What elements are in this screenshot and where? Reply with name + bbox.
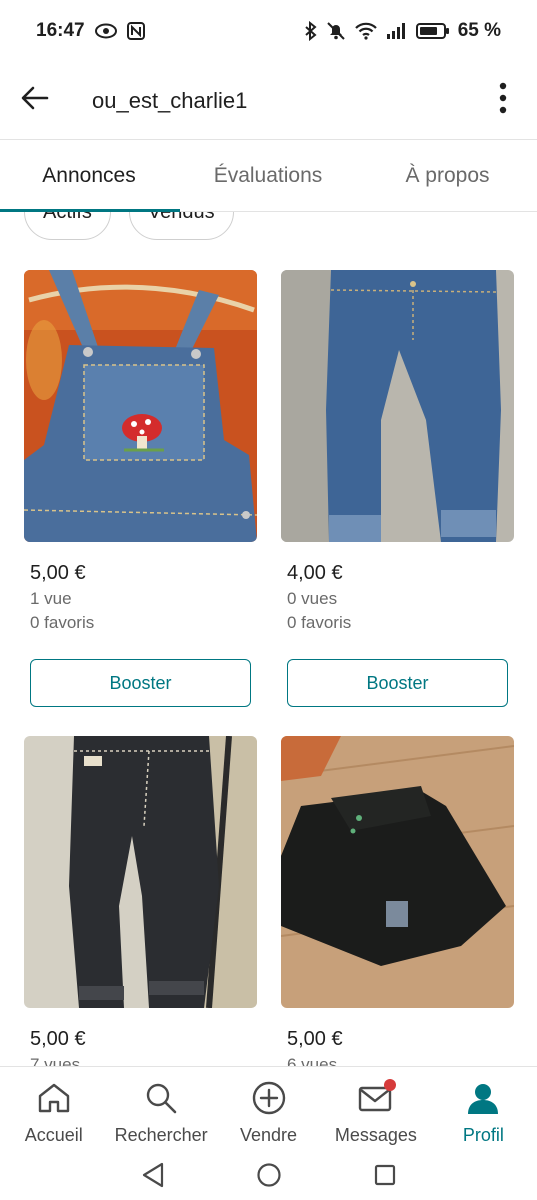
nav-profil[interactable]: Profil (430, 1067, 537, 1154)
status-bar: 16:47 65 % (0, 0, 537, 62)
listing-views: 0 vues (287, 589, 338, 608)
arrow-left-icon (21, 86, 49, 115)
listing-views: 6 vues (287, 1055, 338, 1066)
nav-accueil[interactable]: Accueil (0, 1067, 107, 1154)
battery-icon (415, 22, 450, 40)
plus-circle-icon (249, 1079, 289, 1117)
profile-tabs: Annonces Évaluations À propos (0, 140, 537, 212)
listing-price: 4,00 € (287, 562, 343, 584)
nav-label: Rechercher (114, 1125, 208, 1145)
tab-annonces[interactable]: Annonces (0, 140, 180, 212)
listing-price: 5,00 € (30, 1028, 86, 1050)
listing-price: 5,00 € (287, 1028, 343, 1050)
status-left: 16:47 (36, 20, 145, 42)
system-home-button[interactable] (251, 1159, 287, 1195)
listing-favorites: 0 favoris (30, 613, 95, 632)
nav-messages[interactable]: Messages (322, 1067, 429, 1154)
more-vertical-icon (499, 82, 507, 119)
unread-badge (383, 1079, 396, 1091)
bluetooth-icon (304, 21, 318, 41)
status-time: 16:47 (36, 20, 85, 41)
nav-rechercher[interactable]: Rechercher (107, 1067, 214, 1154)
tab-evaluations[interactable]: Évaluations (178, 140, 358, 211)
listing-views: 7 vues (30, 1055, 81, 1066)
wifi-icon (354, 22, 378, 40)
nav-vendre[interactable]: Vendre (215, 1067, 322, 1154)
system-navigation (0, 1154, 537, 1200)
mute-icon (326, 21, 346, 41)
filter-chip-actifs[interactable]: Actifs (24, 212, 111, 240)
listing-card[interactable]: 5,00 € 6 vues (281, 736, 514, 1066)
nav-label: Profil (462, 1125, 504, 1145)
back-button[interactable] (10, 76, 60, 126)
listing-price: 5,00 € (30, 562, 86, 584)
listing-card[interactable]: 5,00 € 1 vue 0 favoris Booster (24, 270, 257, 707)
listing-photo-black-jeans[interactable] (24, 736, 257, 1008)
listing-photo-overalls[interactable] (24, 270, 257, 542)
eye-icon (94, 23, 117, 39)
boost-button[interactable]: Booster (287, 659, 508, 707)
listing-photo-black-skirt[interactable] (281, 736, 514, 1008)
status-right: 65 % (304, 20, 501, 42)
status-filters: Actifs Vendus (24, 212, 234, 240)
more-options-button[interactable] (483, 76, 523, 126)
nav-label: Messages (334, 1125, 417, 1145)
page-title: ou_est_charlie1 (92, 87, 248, 113)
filter-chip-vendus[interactable]: Vendus (128, 212, 234, 240)
listing-card[interactable]: 5,00 € 7 vues (24, 736, 257, 1066)
triangle-back-icon (141, 1162, 165, 1193)
nav-label: Vendre (239, 1125, 298, 1145)
mail-icon (356, 1079, 396, 1117)
listing-photo-blue-jeans[interactable] (281, 270, 514, 542)
signal-icon (386, 22, 408, 40)
system-back-button[interactable] (135, 1159, 171, 1195)
listing-card[interactable]: 4,00 € 0 vues 0 favoris Booster (281, 270, 514, 707)
listing-views: 1 vue (30, 589, 72, 608)
system-recents-button[interactable] (367, 1159, 403, 1195)
home-icon (34, 1079, 74, 1117)
listings-content[interactable]: Actifs Vendus (0, 212, 537, 1066)
nfc-icon (126, 22, 145, 40)
profile-icon (463, 1079, 503, 1117)
circle-home-icon (256, 1162, 282, 1193)
tab-a-propos[interactable]: À propos (358, 140, 537, 211)
search-icon (141, 1079, 181, 1117)
square-recents-icon (373, 1163, 397, 1192)
nav-label: Accueil (24, 1125, 83, 1145)
listing-favorites: 0 favoris (287, 613, 352, 632)
battery-level: 65 % (457, 20, 501, 41)
app-header: ou_est_charlie1 (0, 62, 537, 140)
bottom-navigation: Accueil Rechercher Vendre Messages Profi… (0, 1066, 537, 1154)
boost-button[interactable]: Booster (30, 659, 251, 707)
